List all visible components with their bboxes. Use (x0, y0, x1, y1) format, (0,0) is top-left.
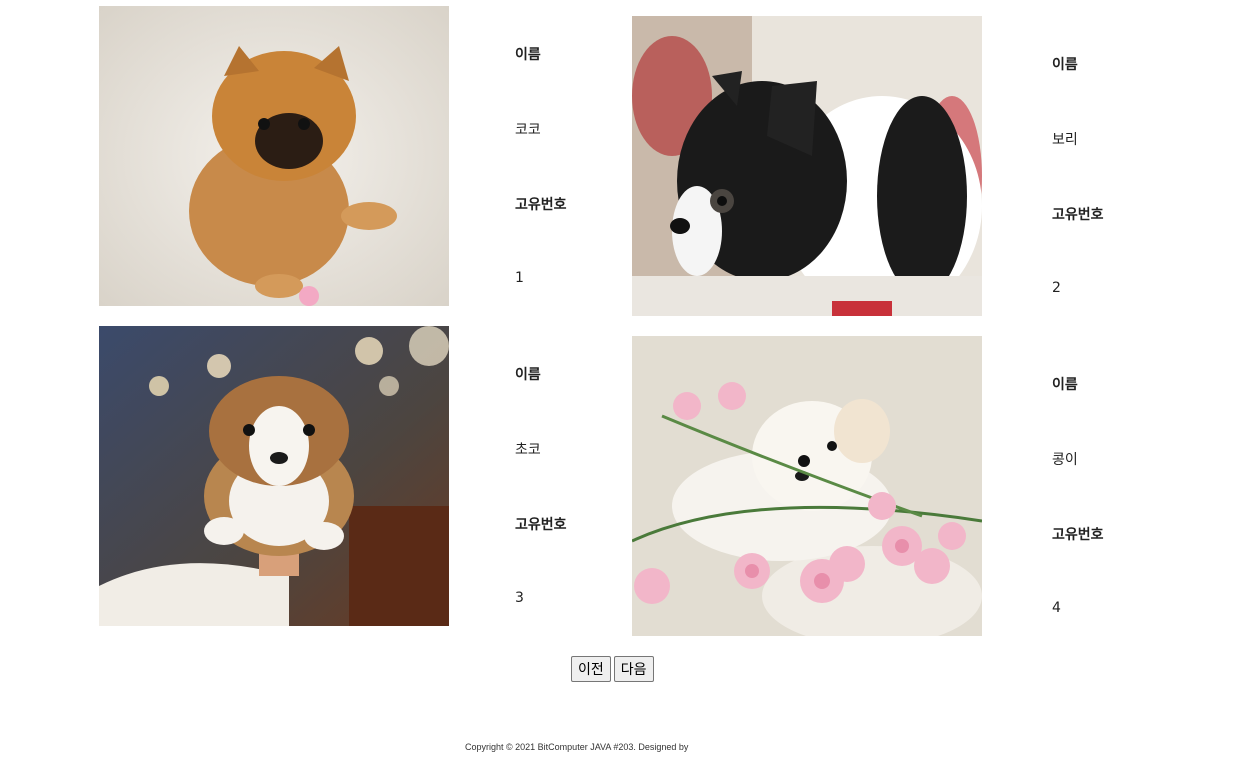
id-label: 고유번호 (1052, 527, 1104, 543)
name-label: 이름 (1052, 377, 1078, 393)
dog-name: 보리 (1052, 132, 1078, 148)
dog-name: 콩이 (1052, 452, 1078, 468)
dog-id: 1 (515, 270, 524, 286)
dog-id: 4 (1052, 600, 1061, 616)
id-label: 고유번호 (515, 197, 567, 213)
name-label: 이름 (1052, 57, 1078, 73)
dog-name: 코코 (515, 122, 541, 138)
pagination: 이전 다음 (571, 656, 654, 682)
dog-id: 3 (515, 590, 524, 606)
name-label: 이름 (515, 47, 541, 63)
footer-copyright: Copyright © 2021 BitComputer JAVA #203. … (465, 742, 689, 752)
id-label: 고유번호 (515, 517, 567, 533)
corgi-puppy-photo (99, 326, 449, 626)
prev-button[interactable]: 이전 (571, 656, 611, 682)
dog-name: 초코 (515, 442, 541, 458)
pomeranian-puppy-photo (99, 6, 449, 306)
dog-id: 2 (1052, 280, 1061, 296)
name-label: 이름 (515, 367, 541, 383)
id-label: 고유번호 (1052, 207, 1104, 223)
next-button[interactable]: 다음 (613, 656, 654, 682)
boston-terrier-puppy-photo (632, 16, 982, 316)
maltese-puppy-photo (632, 336, 982, 636)
